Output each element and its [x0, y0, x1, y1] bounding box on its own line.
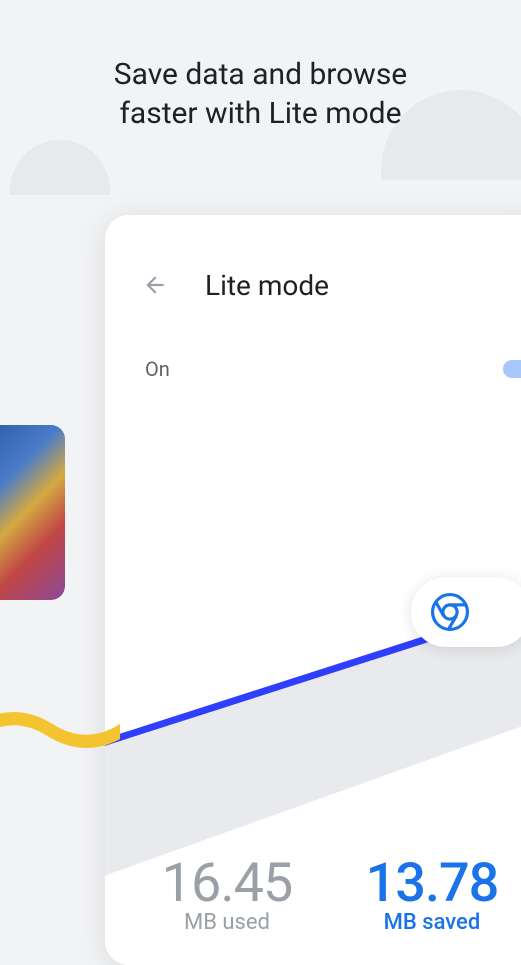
arrow-left-icon — [142, 272, 168, 298]
chrome-button[interactable] — [411, 577, 521, 647]
toggle-row: On — [105, 305, 521, 383]
decorative-wave — [0, 700, 120, 760]
stat-value: 13.78 — [366, 852, 499, 915]
stat-label: MB saved — [366, 910, 499, 935]
card-header: Lite mode — [105, 215, 521, 305]
stat-saved: 13.78 MB saved — [366, 852, 499, 935]
toggle-label: On — [145, 357, 170, 381]
headline-line: faster with Lite mode — [0, 94, 521, 133]
lite-mode-toggle[interactable] — [503, 355, 521, 383]
page-headline: Save data and browse faster with Lite mo… — [0, 0, 521, 133]
decorative-artwork — [0, 425, 65, 600]
decorative-cloud — [10, 140, 110, 195]
toggle-track — [503, 360, 521, 378]
headline-line: Save data and browse — [0, 55, 521, 94]
card-title: Lite mode — [205, 269, 329, 302]
back-button[interactable] — [135, 265, 175, 305]
stat-used: 16.45 MB used — [162, 852, 293, 935]
stat-value: 16.45 — [162, 852, 293, 915]
stats-row: 16.45 MB used 13.78 MB saved — [105, 852, 521, 935]
chrome-icon — [431, 593, 469, 631]
